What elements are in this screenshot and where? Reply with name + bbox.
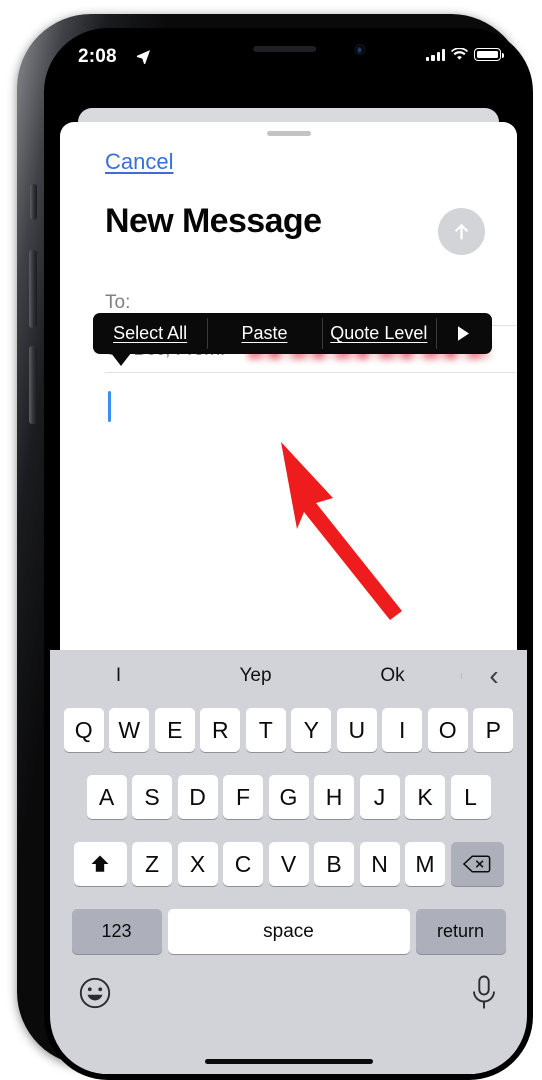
return-key[interactable]: return [415,909,506,954]
emoji-smiley-icon [79,977,111,1009]
key-k[interactable]: K [405,775,445,819]
send-button[interactable] [438,208,485,255]
key-b[interactable]: B [314,842,354,886]
cancel-button[interactable]: Cancel [105,149,173,175]
key-n[interactable]: N [359,842,400,886]
status-icons [426,48,504,61]
key-s[interactable]: S [132,775,172,819]
key-i[interactable]: I [382,708,423,752]
chevron-left-icon: ‹ [489,659,499,691]
key-x[interactable]: X [177,842,218,886]
front-camera-icon [354,44,365,55]
key-y[interactable]: Y [291,708,332,752]
backspace-delete-icon [463,855,491,873]
delete-key[interactable] [450,842,504,886]
key-l[interactable]: L [450,775,491,819]
key-c[interactable]: C [223,842,263,886]
location-arrow-icon [136,50,151,64]
key-q[interactable]: Q [63,708,104,752]
battery-full-icon [474,48,504,61]
key-f[interactable]: F [223,775,263,819]
dictation-key[interactable] [469,974,499,1012]
sheet-grabber-handle[interactable] [266,131,311,136]
menu-item-quote-level[interactable]: Quote Level [321,313,436,354]
microphone-icon [473,975,495,1009]
wifi-icon [451,48,468,60]
shift-up-arrow-icon [91,855,109,872]
menu-pointer-tail [111,353,131,366]
prediction-2[interactable]: Yep [187,665,324,687]
key-r[interactable]: R [200,708,241,752]
text-cursor [108,391,111,422]
prediction-back-button[interactable]: ‹ [461,659,527,691]
chevron-right-triangle-icon [458,326,470,341]
key-j[interactable]: J [359,775,400,819]
phone-frame: 2:08 Cancel New Message To: Select All P… [17,14,533,1080]
text-selection-context-menu: Select All Paste Quote Level [93,313,492,366]
volume-down-button[interactable] [29,250,37,328]
space-key[interactable]: space [167,909,410,954]
shift-key[interactable] [73,842,127,886]
key-a[interactable]: A [86,775,127,819]
earpiece-speaker [253,46,317,52]
silent-switch-button[interactable] [30,184,37,220]
keyboard-row-1: Q W E R T Y U I O P [50,708,527,752]
home-indicator[interactable] [204,1058,373,1064]
key-u[interactable]: U [336,708,377,752]
key-g[interactable]: G [268,775,309,819]
key-t[interactable]: T [245,708,286,752]
key-e[interactable]: E [154,708,195,752]
onscreen-keyboard: I Yep Ok ‹ Q W E R T Y U I O P A S D F G… [50,650,527,1074]
prediction-3[interactable]: Ok [324,665,461,687]
volume-up-button[interactable] [29,346,37,424]
prediction-1[interactable]: I [50,665,187,687]
key-p[interactable]: P [473,708,514,752]
predictive-text-bar: I Yep Ok ‹ [50,650,527,701]
keyboard-bottom-bar [50,968,527,1028]
key-z[interactable]: Z [132,842,172,886]
menu-item-select-all[interactable]: Select All [93,313,207,354]
emoji-key[interactable] [78,976,112,1010]
keyboard-row-4: 123 space return [50,909,527,954]
phone-screen: 2:08 Cancel New Message To: Select All P… [50,34,527,1074]
key-h[interactable]: H [314,775,354,819]
notch [188,34,389,67]
page-title: New Message [105,202,322,240]
cellular-signal-icon [426,49,445,61]
keyboard-row-3: Z X C V B N M [50,842,527,886]
key-w[interactable]: W [109,708,150,752]
key-v[interactable]: V [268,842,309,886]
key-o[interactable]: O [427,708,468,752]
send-arrow-up-icon [454,223,469,240]
menu-more-button[interactable] [435,313,492,354]
menu-item-paste[interactable]: Paste [207,313,321,354]
key-d[interactable]: D [177,775,218,819]
field-label-to: To: [105,291,131,313]
keyboard-row-2: A S D F G H J K L [50,775,527,819]
numbers-key[interactable]: 123 [71,909,162,954]
key-m[interactable]: M [405,842,445,886]
status-time: 2:08 [78,46,117,67]
